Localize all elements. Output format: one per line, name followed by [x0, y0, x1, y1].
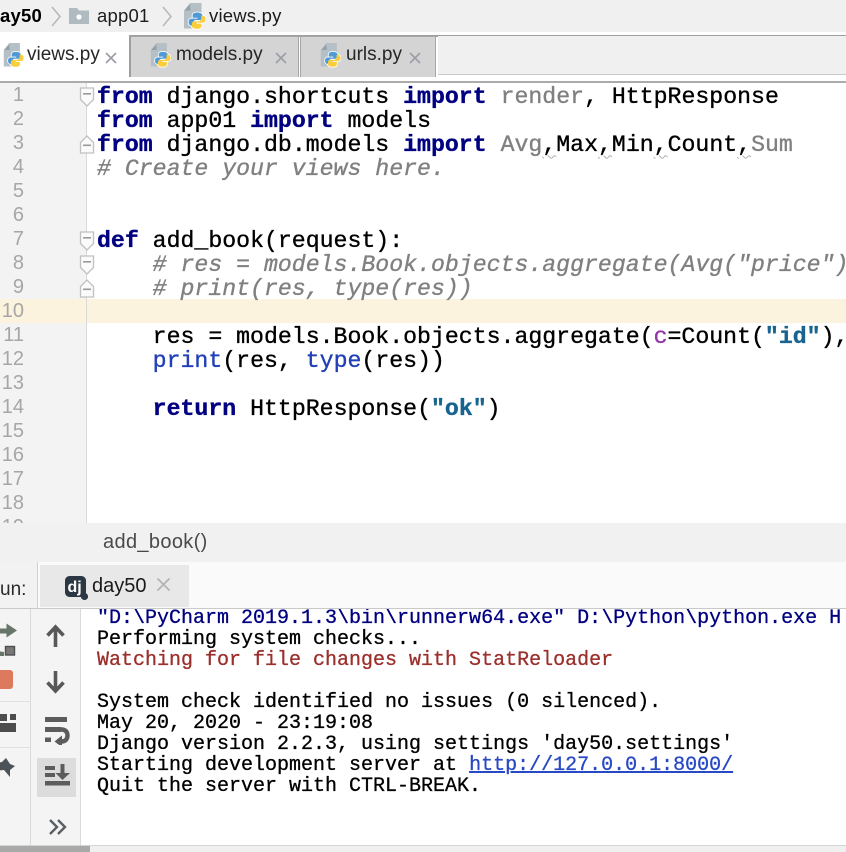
- svg-text:dj: dj: [68, 579, 82, 596]
